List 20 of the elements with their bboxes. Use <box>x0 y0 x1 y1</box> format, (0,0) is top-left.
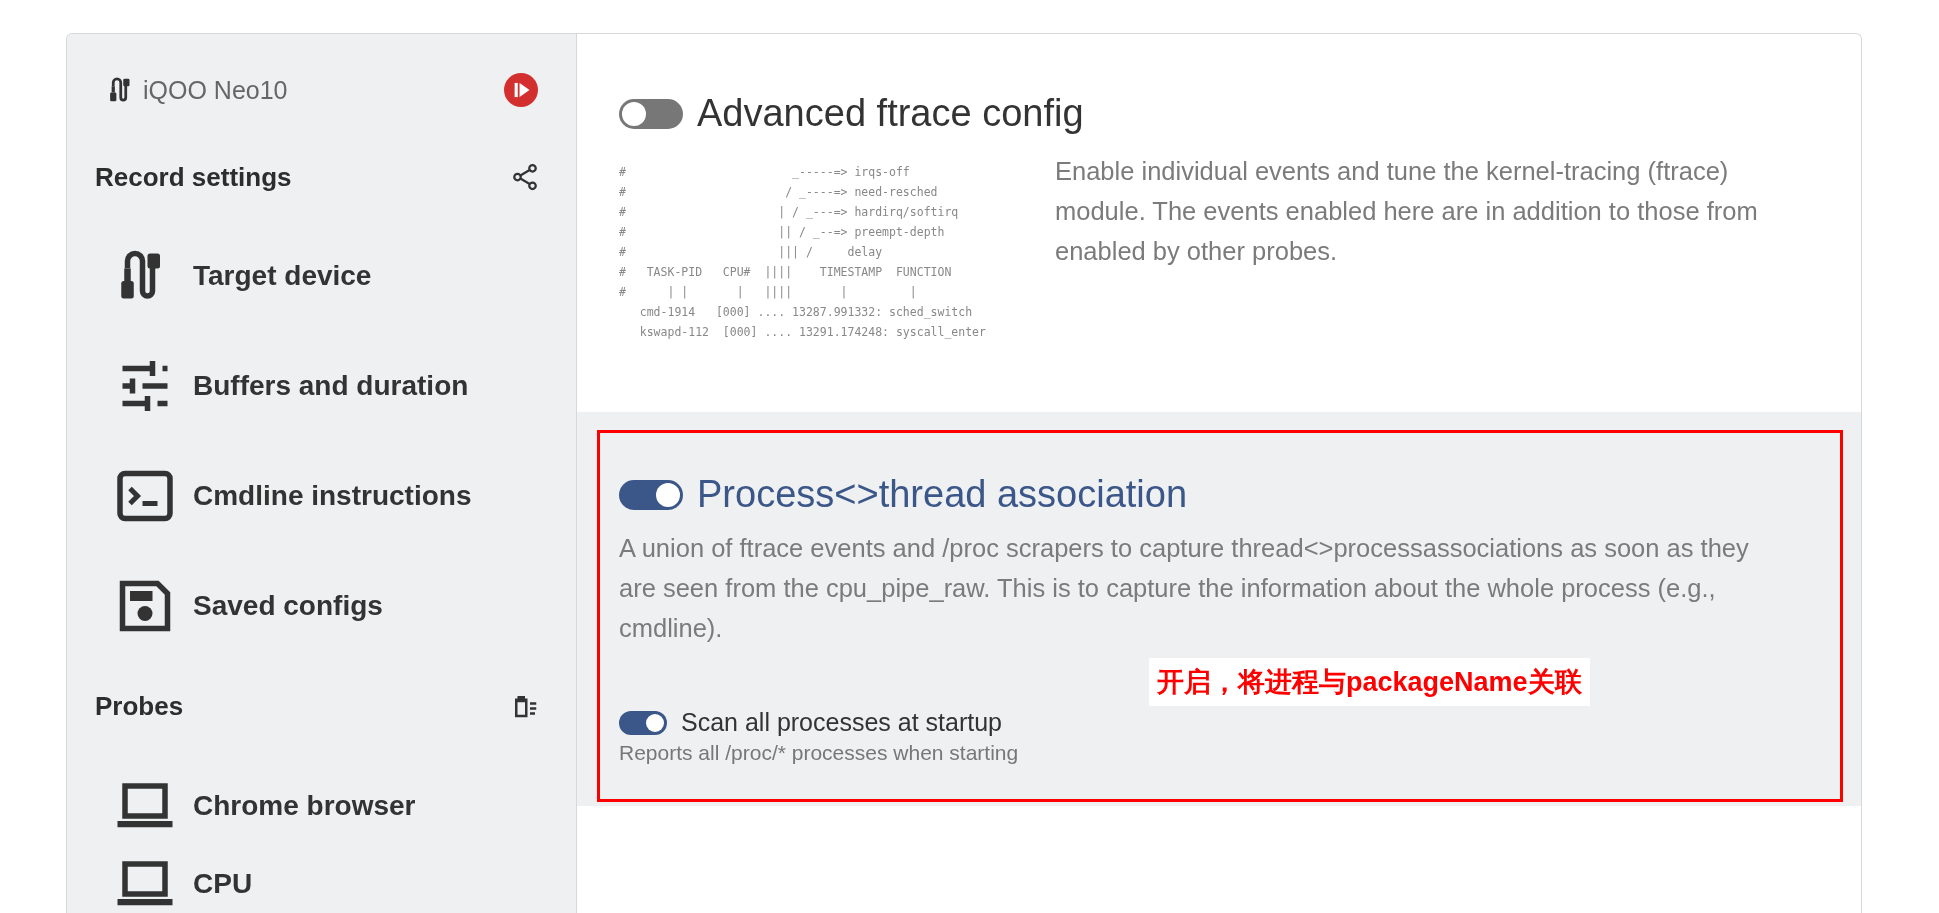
probe-title: Process<>thread association <box>697 473 1188 516</box>
option-hint: Reports all /proc/* processes when starting <box>619 741 1020 765</box>
record-icon[interactable] <box>504 73 538 107</box>
toggle-switch[interactable] <box>619 479 683 510</box>
toggle-switch[interactable] <box>619 98 683 129</box>
sidebar-item[interactable]: Saved configs <box>95 551 548 661</box>
probe-description: A union of ftrace events and /proc scrapers to capture thread<>processassociations as soon as they are seen from the cpu_pipe_raw. This is to capture the information about the whole process (e.g., cmdline). <box>619 533 1750 644</box>
probe-title: Advanced ftrace config <box>697 92 1084 135</box>
sidebar-item[interactable]: Target device <box>95 221 548 331</box>
option-label: Scan all processes at startup <box>681 708 1002 737</box>
share-icon[interactable] <box>510 162 540 192</box>
section-heading: Probes <box>95 690 184 722</box>
annotation-label: 开启，将进程与packageName关联 <box>1149 658 1590 706</box>
toggle-switch[interactable] <box>619 710 667 735</box>
device-name: iQOO Neo10 <box>143 75 289 105</box>
sidebar-item[interactable]: Buffers and duration <box>95 331 548 441</box>
probe-description: Enable individual events and tune the kernel-tracing (ftrace) module. The events enabled here are in addition to those from enabled by other probes. <box>1055 156 1759 267</box>
ftrace-illustration: # _-----=> irqs-off # / _----=> need-resched # | / _---=> hardirq/softirq # || / _--=> preempt-depth # ||| / delay # TASK-PID CPU# |||| TIMESTAMP FUNCTION # | | | |||| | | cmd-1914 [000] .... 13287.991332: sched_switch kswapd-112 [000] .... 13291.174248: syscall_enter <box>619 164 987 341</box>
sidebar-item[interactable]: Cmdline instructions <box>95 441 548 551</box>
section-heading: Record settings <box>95 161 292 193</box>
